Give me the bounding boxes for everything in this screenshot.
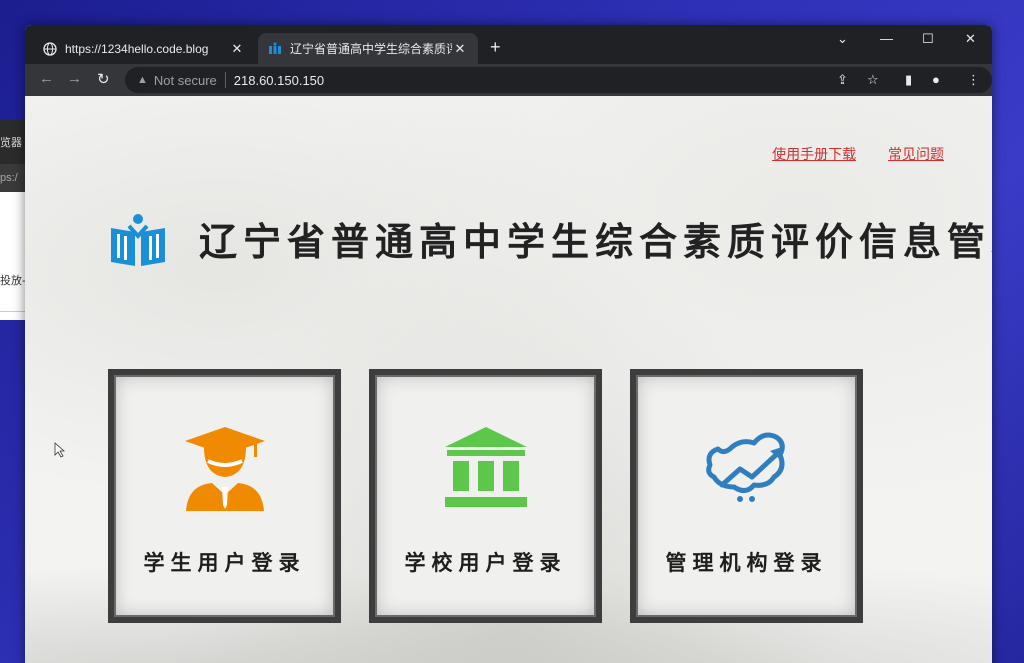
reload-icon[interactable]: ↻ — [97, 70, 110, 88]
platform-header: 辽宁省普通高中学生综合素质评价信息管理平 — [107, 211, 992, 266]
share-icon[interactable]: ⇪ — [837, 72, 848, 88]
browser-window: https://1234hello.code.blog ✕ 辽宁省普通高中学生综… — [25, 25, 992, 663]
tab-search-icon[interactable]: ⌄ — [837, 31, 848, 47]
close-window-icon[interactable]: ✕ — [965, 31, 976, 47]
forward-icon[interactable]: → — [67, 70, 82, 87]
tab-1234hello[interactable]: https://1234hello.code.blog ✕ — [33, 33, 255, 64]
maximize-icon[interactable]: ☐ — [922, 31, 934, 47]
close-tab-icon[interactable]: ✕ — [452, 41, 468, 57]
authority-login-card[interactable]: 管理机构登录 — [630, 369, 863, 623]
warning-icon[interactable]: ▲ — [137, 74, 148, 86]
authority-login-label[interactable]: 管理机构登录 — [636, 547, 857, 577]
tab-strip: https://1234hello.code.blog ✕ 辽宁省普通高中学生综… — [25, 25, 992, 64]
faq-link[interactable]: 常见问题 — [888, 146, 944, 162]
page-content: 使用手册下载 常见问题 辽宁省普通高中学生综合素质评价信息管理平 学生用户登录 … — [25, 96, 992, 663]
map-chart-icon — [705, 432, 785, 502]
browser-toolbar: ← → ↻ ▲ Not secure 218.60.150.150 ⇪ ☆ ▮ … — [25, 64, 992, 96]
new-tab-button[interactable]: + — [490, 37, 501, 58]
address-separator — [224, 72, 226, 88]
tab-title: 辽宁省普通高中学生综合素质评价 — [290, 42, 452, 56]
side-panel-icon[interactable]: ▮ — [905, 72, 912, 88]
platform-logo-icon — [111, 213, 165, 266]
school-login-card[interactable]: 学校用户登录 — [369, 369, 602, 623]
tab-liaoning-platform[interactable]: 辽宁省普通高中学生综合素质评价 ✕ — [258, 33, 478, 64]
platform-title: 辽宁省普通高中学生综合素质评价信息管理平 — [199, 219, 992, 264]
school-login-label[interactable]: 学校用户登录 — [375, 547, 596, 577]
url-text[interactable]: 218.60.150.150 — [234, 73, 324, 88]
profile-avatar-icon[interactable]: ● — [932, 72, 940, 87]
globe-icon — [43, 41, 57, 56]
bookmark-star-icon[interactable]: ☆ — [867, 72, 879, 88]
minimize-icon[interactable]: — — [880, 31, 893, 46]
school-building-icon — [444, 427, 527, 507]
close-tab-icon[interactable]: ✕ — [229, 41, 245, 57]
top-links: 使用手册下载 常见问题 — [744, 144, 944, 164]
manual-download-link[interactable]: 使用手册下载 — [772, 146, 856, 162]
mouse-cursor-icon — [54, 442, 66, 458]
student-login-label[interactable]: 学生用户登录 — [114, 547, 335, 577]
menu-kebab-icon[interactable]: ⋮ — [967, 72, 980, 88]
student-icon — [184, 427, 265, 511]
student-login-card[interactable]: 学生用户登录 — [108, 369, 341, 623]
address-bar[interactable]: ▲ Not secure 218.60.150.150 — [125, 67, 992, 93]
back-icon[interactable]: ← — [39, 70, 54, 87]
site-logo-icon — [268, 42, 282, 56]
tab-title: https://1234hello.code.blog — [65, 41, 209, 56]
security-label[interactable]: Not secure — [154, 73, 217, 88]
